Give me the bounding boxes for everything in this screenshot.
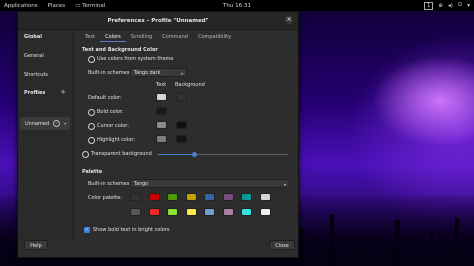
palette-color-swatch[interactable] bbox=[259, 193, 271, 201]
use-system-theme-label: Use colors from system theme bbox=[97, 56, 174, 62]
palette-color-swatch[interactable] bbox=[167, 208, 178, 216]
palette-color-swatch[interactable] bbox=[204, 193, 215, 201]
section-title-palette: Palette bbox=[82, 169, 103, 175]
default-profile-icon: ✓ bbox=[53, 120, 61, 127]
palette-color-swatch[interactable] bbox=[204, 208, 215, 216]
palette-color-swatch[interactable] bbox=[241, 208, 252, 216]
palette-color-swatch[interactable] bbox=[130, 208, 141, 216]
dialog-titlebar: Preferences – Profile "Unnamed" × bbox=[18, 12, 298, 30]
transparency-slider-handle[interactable] bbox=[191, 152, 197, 157]
highlight-color-label: Highlight color: bbox=[97, 137, 136, 143]
transparent-background-label: Transparent background bbox=[91, 151, 152, 157]
highlight-background-color-swatch[interactable] bbox=[176, 135, 187, 143]
preferences-dialog: Preferences – Profile "Unnamed" × Global… bbox=[17, 11, 299, 258]
sidebar: Global General Shortcuts Profiles + Unna… bbox=[18, 30, 74, 240]
tree-silhouette bbox=[430, 232, 433, 266]
palette-color-swatch[interactable] bbox=[148, 208, 160, 216]
sidebar-heading-global: Global bbox=[24, 34, 42, 40]
chevron-down-icon: ▾ bbox=[283, 182, 286, 187]
bold-color-radio[interactable] bbox=[88, 109, 95, 116]
add-profile-icon[interactable]: + bbox=[60, 88, 66, 96]
tree-silhouette bbox=[330, 214, 334, 266]
palette-color-swatch[interactable] bbox=[222, 208, 234, 216]
use-system-theme-radio[interactable] bbox=[88, 56, 95, 63]
default-text-color-swatch[interactable] bbox=[156, 93, 167, 101]
color-palette-label: Color palette: bbox=[88, 195, 123, 201]
transparency-slider-fill bbox=[158, 154, 195, 155]
highlight-text-color-swatch[interactable] bbox=[156, 135, 167, 143]
volume-icon[interactable]: ◂) bbox=[448, 3, 453, 9]
palette-color-swatch[interactable] bbox=[148, 193, 160, 201]
palette-color-swatch[interactable] bbox=[167, 193, 178, 201]
sidebar-item-profile-unnamed[interactable]: Unnamed ✓ ▾ bbox=[20, 117, 70, 130]
places-menu[interactable]: Places bbox=[48, 3, 66, 9]
chevron-down-icon: ▾ bbox=[180, 71, 183, 76]
cursor-color-radio[interactable] bbox=[88, 123, 95, 130]
app-name: Terminal bbox=[82, 2, 106, 9]
top-panel: Applications Places ▭ Terminal Thu 16:31… bbox=[0, 0, 474, 11]
applications-menu[interactable]: Applications bbox=[4, 3, 38, 9]
tab-compatibility[interactable]: Compatibility bbox=[193, 33, 236, 42]
palette-color-swatch[interactable] bbox=[185, 208, 197, 216]
palette-schemes-dropdown[interactable]: Tango ▾ bbox=[130, 179, 290, 188]
builtin-schemes-value: Tango dark bbox=[134, 71, 161, 76]
sidebar-item-shortcuts[interactable]: Shortcuts bbox=[24, 72, 48, 78]
cursor-text-color-swatch[interactable] bbox=[156, 121, 167, 129]
palette-color-swatch[interactable] bbox=[241, 193, 252, 201]
tree-silhouette bbox=[300, 228, 303, 266]
tab-command[interactable]: Command bbox=[157, 33, 193, 42]
tree-silhouette bbox=[455, 218, 459, 266]
colors-panel: Text and Background Color Use colors fro… bbox=[80, 45, 294, 240]
dialog-title: Preferences – Profile "Unnamed" bbox=[107, 17, 209, 24]
close-button[interactable]: Close bbox=[269, 240, 295, 250]
workspace-indicator[interactable]: 1 bbox=[424, 1, 434, 10]
palette-color-swatch[interactable] bbox=[259, 208, 271, 216]
tree-silhouette bbox=[395, 220, 400, 266]
show-bold-bright-checkbox[interactable]: ✓ bbox=[84, 227, 90, 233]
show-bold-bright-label: Show bold text in bright colors bbox=[93, 227, 170, 233]
section-title-text-background: Text and Background Color bbox=[82, 47, 158, 53]
sidebar-heading-profiles: Profiles bbox=[24, 90, 46, 96]
palette-color-swatch[interactable] bbox=[130, 193, 141, 201]
close-icon[interactable]: × bbox=[285, 16, 293, 24]
tab-bar: Text Colors Scrolling Command Compatibil… bbox=[80, 33, 236, 42]
tab-scrolling[interactable]: Scrolling bbox=[126, 33, 157, 42]
terminal-app-menu[interactable]: ▭ Terminal bbox=[75, 3, 105, 9]
highlight-color-radio[interactable] bbox=[88, 137, 95, 144]
transparent-background-checkbox[interactable] bbox=[82, 151, 89, 158]
bold-color-swatch[interactable] bbox=[156, 107, 167, 115]
cursor-background-color-swatch[interactable] bbox=[176, 121, 187, 129]
network-icon[interactable]: ⊕ bbox=[438, 3, 443, 9]
column-header-background: Background bbox=[175, 82, 205, 88]
cursor-color-label: Cursor color: bbox=[97, 123, 129, 129]
bold-color-label: Bold color: bbox=[97, 109, 124, 115]
column-header-text: Text bbox=[156, 82, 167, 88]
help-button[interactable]: Help bbox=[24, 240, 48, 250]
palette-schemes-value: Tango bbox=[134, 182, 149, 187]
tab-text[interactable]: Text bbox=[80, 33, 100, 42]
default-background-color-swatch[interactable] bbox=[176, 93, 187, 101]
tree-silhouette bbox=[362, 236, 365, 266]
default-color-label: Default color: bbox=[88, 95, 122, 101]
profile-name: Unnamed bbox=[25, 120, 50, 127]
builtin-schemes-dropdown[interactable]: Tango dark ▾ bbox=[130, 68, 187, 77]
power-icon[interactable]: ⏻ bbox=[458, 2, 462, 9]
tab-colors[interactable]: Colors bbox=[100, 33, 126, 42]
chevron-down-icon[interactable]: ▾ bbox=[64, 121, 66, 126]
palette-color-swatch[interactable] bbox=[222, 193, 234, 201]
builtin-schemes-label: Built-in schemes: bbox=[88, 70, 132, 76]
palette-color-swatch[interactable] bbox=[185, 193, 197, 201]
palette-schemes-label: Built-in schemes: bbox=[88, 181, 132, 187]
chevron-down-icon[interactable]: ▾ bbox=[467, 3, 470, 9]
clock[interactable]: Thu 16:31 bbox=[223, 3, 251, 9]
sidebar-item-general[interactable]: General bbox=[24, 53, 44, 59]
